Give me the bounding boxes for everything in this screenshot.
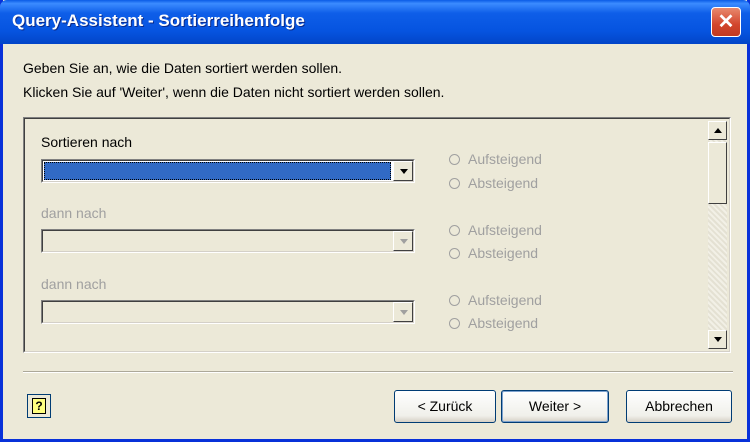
- title-bar[interactable]: Query-Assistent - Sortierreihenfolge ✕: [0, 0, 750, 44]
- descending-label: Absteigend: [468, 175, 539, 191]
- radio-icon: [449, 248, 460, 259]
- sort-by-label: Sortieren nach: [41, 134, 133, 150]
- back-button[interactable]: < Zurück: [394, 390, 496, 423]
- then-by-1-descending-radio[interactable]: Absteigend: [449, 245, 538, 261]
- then-by-field-2[interactable]: [44, 303, 391, 321]
- arrow-down-icon: [714, 337, 722, 342]
- sort-by-ascending-radio[interactable]: Aufsteigend: [449, 151, 542, 167]
- radio-icon: [449, 318, 460, 329]
- query-assistant-window: Query-Assistent - Sortierreihenfolge ✕ G…: [0, 0, 750, 442]
- then-by-dropdown-2[interactable]: [41, 300, 415, 324]
- chevron-down-icon: [400, 169, 408, 174]
- radio-icon: [449, 295, 460, 306]
- then-by-dropdown-1[interactable]: [41, 229, 415, 253]
- then-by-2-ascending-radio[interactable]: Aufsteigend: [449, 292, 542, 308]
- next-button[interactable]: Weiter >: [501, 390, 609, 423]
- help-icon: ?: [32, 398, 46, 414]
- ascending-label: Aufsteigend: [468, 222, 542, 238]
- then-by-dropdown-button-1[interactable]: [393, 231, 413, 251]
- close-icon: ✕: [717, 11, 735, 33]
- sort-by-field[interactable]: [44, 162, 391, 180]
- ascending-label: Aufsteigend: [468, 292, 542, 308]
- footer-separator: [23, 371, 733, 373]
- cancel-button[interactable]: Abbrechen: [626, 390, 732, 423]
- descending-label: Absteigend: [468, 315, 539, 331]
- radio-icon: [449, 225, 460, 236]
- then-by-field-1[interactable]: [44, 232, 391, 250]
- sort-by-descending-radio[interactable]: Absteigend: [449, 175, 538, 191]
- help-button[interactable]: ?: [27, 394, 51, 418]
- sort-by-dropdown[interactable]: [41, 159, 415, 183]
- scroll-thumb[interactable]: [708, 142, 727, 204]
- instruction-line-2: Klicken Sie auf 'Weiter', wenn die Daten…: [23, 84, 445, 100]
- close-button[interactable]: ✕: [711, 7, 741, 37]
- scroll-up-button[interactable]: [708, 121, 727, 140]
- vertical-scrollbar[interactable]: [708, 121, 727, 349]
- then-by-label-2: dann nach: [41, 276, 107, 292]
- instruction-line-1: Geben Sie an, wie die Daten sortiert wer…: [23, 60, 343, 76]
- then-by-2-descending-radio[interactable]: Absteigend: [449, 315, 538, 331]
- ascending-label: Aufsteigend: [468, 151, 542, 167]
- then-by-label-1: dann nach: [41, 205, 107, 221]
- radio-icon: [449, 178, 460, 189]
- then-by-dropdown-button-2[interactable]: [393, 302, 413, 322]
- radio-icon: [449, 154, 460, 165]
- sort-by-dropdown-button[interactable]: [393, 161, 413, 181]
- descending-label: Absteigend: [468, 245, 539, 261]
- arrow-up-icon: [714, 128, 722, 133]
- sort-panel: Sortieren nach Aufsteigend Absteigend da…: [23, 117, 731, 353]
- then-by-1-ascending-radio[interactable]: Aufsteigend: [449, 222, 542, 238]
- scroll-down-button[interactable]: [708, 330, 727, 349]
- chevron-down-icon: [400, 310, 408, 315]
- window-title: Query-Assistent - Sortierreihenfolge: [12, 11, 305, 30]
- chevron-down-icon: [400, 239, 408, 244]
